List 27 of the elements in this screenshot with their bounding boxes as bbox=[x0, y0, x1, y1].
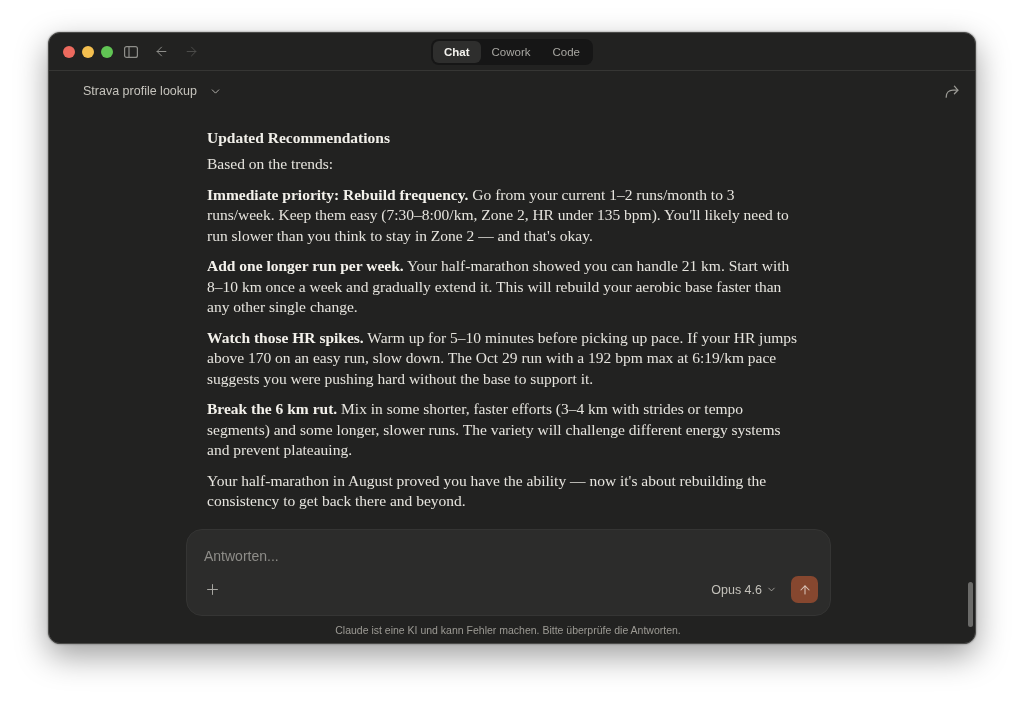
mode-tab[interactable]: Code bbox=[541, 40, 591, 63]
mode-tab[interactable]: Chat bbox=[432, 40, 481, 63]
conversation-title[interactable]: Strava profile lookup bbox=[83, 84, 222, 98]
message-paragraph: Your half-marathon in August proved you have the ability — now it's about rebuilding the consistency to get back there and beyond. bbox=[207, 470, 768, 511]
window-zoom-icon[interactable] bbox=[101, 45, 113, 58]
add-button[interactable] bbox=[204, 581, 221, 598]
plus-icon bbox=[204, 581, 221, 598]
disclaimer-text: Claude ist eine KI und kann Fehler machen. Bitte überprüfe die Antworten. bbox=[335, 623, 681, 636]
window-close-icon[interactable] bbox=[63, 45, 75, 58]
curved-arrow-icon bbox=[945, 84, 959, 98]
arrow-right-icon bbox=[184, 44, 199, 59]
message-paragraph: Break the 6 km rut. Mix in some shorter, faster efforts (3–4 km with strides or tempo segments) and some longer, slower runs. The variety will challenge different energy systems and prevent plateauing. bbox=[207, 399, 782, 460]
share-button[interactable] bbox=[945, 84, 959, 98]
sidebar-toggle-button[interactable] bbox=[124, 45, 138, 58]
send-button[interactable] bbox=[791, 576, 818, 603]
mode-tab[interactable]: Cowork bbox=[480, 40, 542, 63]
scrollbar-thumb[interactable] bbox=[968, 582, 973, 627]
model-selector[interactable]: Opus 4.6 bbox=[711, 582, 777, 597]
message-paragraph: Immediate priority: Rebuild frequency. Go from your current 1–2 runs/month to 3 runs/week. Keep them easy (7:30–8:00/km, Zone 2, HR under 135 bpm). You'll likely need to run slower than you think to stay in Zone 2 — and that's okay. bbox=[207, 184, 790, 246]
window-minimize-icon[interactable] bbox=[82, 45, 94, 58]
message-heading: Updated Recommendations bbox=[207, 128, 391, 148]
message-paragraph: Add one longer run per week. Your half-marathon showed you can handle 21 km. Start with 8–10 km once a week and gradually extend it. This will rebuild your aerobic base faster than any other single change. bbox=[207, 256, 791, 317]
sidebar-icon bbox=[124, 45, 138, 58]
message-paragraph: Watch those HR spikes. Warm up for 5–10 minutes before picking up pace. If your HR jumps above 170 on an easy run, slow down. The Oct 29 run with a 192 bpm max at 6:19/km pace suggests you were pushing hard without the base to support it. bbox=[207, 327, 797, 389]
message-input[interactable]: Antworten... bbox=[204, 546, 818, 566]
message-paragraph: Based on the trends: bbox=[207, 154, 335, 174]
back-button[interactable] bbox=[154, 44, 169, 59]
